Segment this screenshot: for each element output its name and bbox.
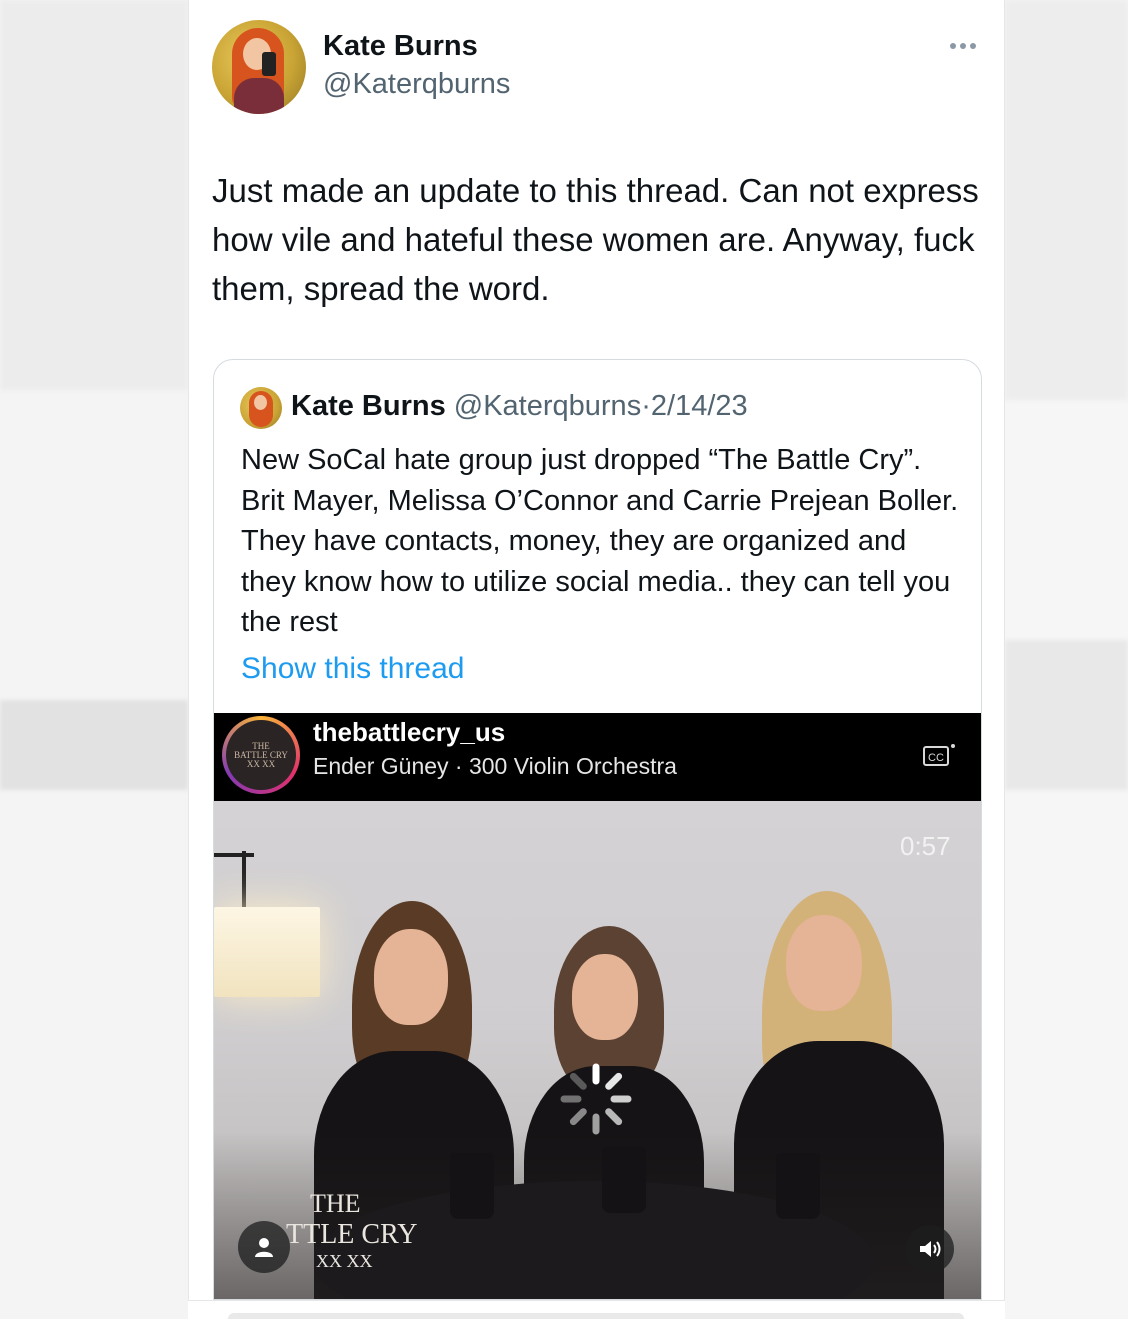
- quoted-separator: ·: [641, 390, 651, 422]
- tweet-text: Just made an update to this thread. Can …: [212, 172, 979, 307]
- svg-text:CC: CC: [928, 752, 944, 764]
- loading-spinner-icon: [558, 1061, 634, 1137]
- instagram-account-avatar[interactable]: THE BATTLE CRY XX XX: [222, 716, 300, 794]
- video-audio-credit[interactable]: Ender Güney · 300 Violin Orchestra: [313, 753, 677, 780]
- author-handle[interactable]: @Katerqburns: [323, 68, 510, 101]
- more-options-icon[interactable]: [946, 36, 980, 56]
- video-account-name[interactable]: thebattlecry_us: [313, 717, 505, 748]
- embedded-video[interactable]: THE BATTLE CRY XX XX thebattlecry_us End…: [214, 713, 981, 1299]
- brand-line3: XX XX: [316, 1251, 373, 1271]
- volume-icon[interactable]: [906, 1225, 954, 1273]
- quoted-date[interactable]: 2/14/23: [651, 390, 748, 422]
- quoted-author-name[interactable]: Kate Burns: [291, 390, 446, 422]
- author-avatar[interactable]: [212, 20, 306, 114]
- author-name[interactable]: Kate Burns: [323, 30, 478, 63]
- avatar-text-line3: XX XX: [246, 758, 276, 769]
- quoted-tweet-header: Kate Burns @Katerqburns·2/14/23: [291, 390, 748, 423]
- brand-line1: THE: [310, 1189, 361, 1218]
- video-header-bar: THE BATTLE CRY XX XX thebattlecry_us End…: [214, 713, 981, 801]
- quoted-author-avatar[interactable]: [240, 387, 282, 429]
- background-left-blurred: [0, 0, 188, 1319]
- show-thread-link[interactable]: Show this thread: [241, 652, 464, 686]
- user-icon[interactable]: [238, 1221, 290, 1273]
- quoted-author-handle[interactable]: @Katerqburns: [454, 390, 641, 422]
- video-frame: 0:57 THE TTLE CRY XX XX: [214, 801, 981, 1299]
- next-item-strip: [188, 1300, 1005, 1319]
- brand-line2: TTLE CRY: [286, 1219, 418, 1250]
- video-brand-watermark: THE TTLE CRY XX XX: [286, 1189, 417, 1272]
- closed-captions-icon[interactable]: CC: [920, 741, 958, 769]
- tweet-card: Kate Burns @Katerqburns Just made an upd…: [188, 0, 1005, 1300]
- quoted-tweet[interactable]: Kate Burns @Katerqburns·2/14/23 New SoCa…: [213, 359, 982, 1300]
- quoted-tweet-text: New SoCal hate group just dropped “The B…: [241, 444, 959, 639]
- video-duration: 0:57: [900, 831, 951, 861]
- background-right-blurred: [1005, 0, 1128, 1319]
